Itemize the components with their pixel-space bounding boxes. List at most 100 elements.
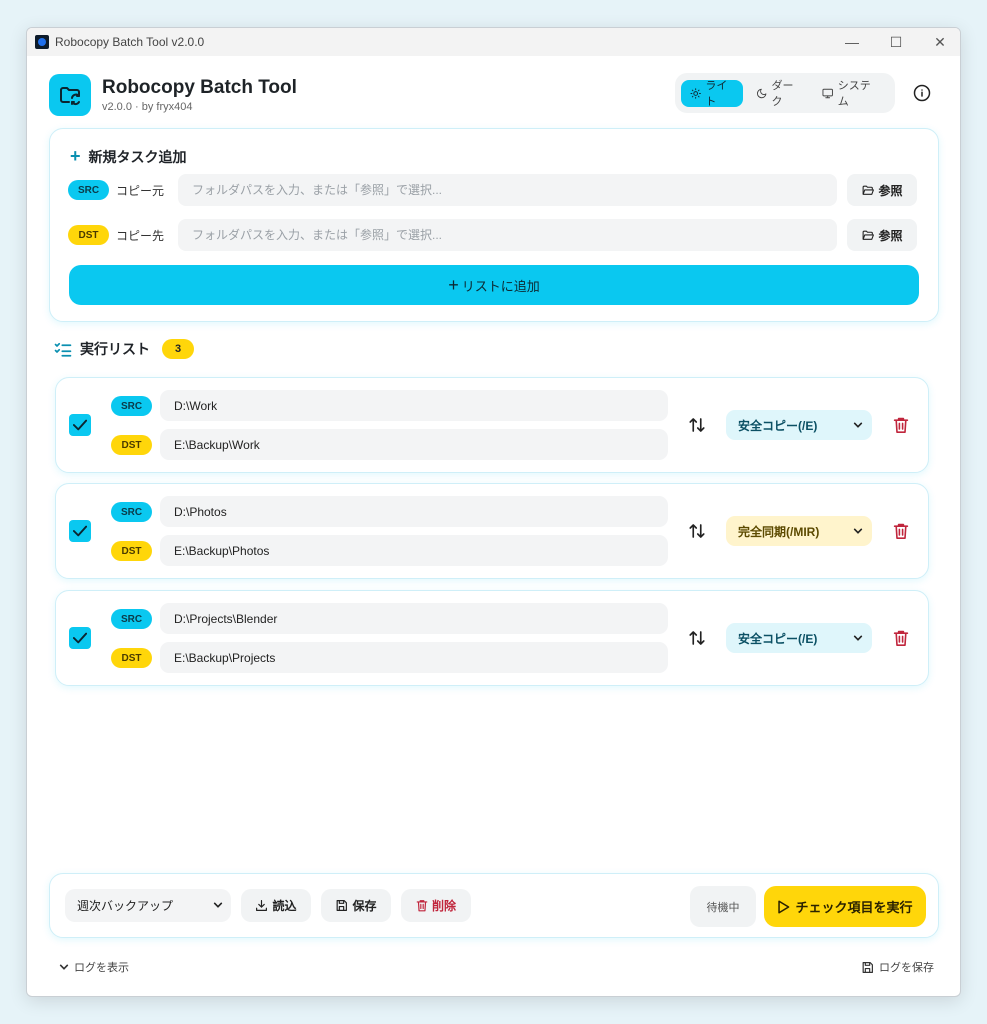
play-icon [778,900,790,913]
run-checked-button[interactable]: チェック項目を実行 [764,886,926,927]
chevron-down-icon [853,635,863,641]
log-toggle-label: ログを表示 [74,962,129,974]
copy-mode-select[interactable]: 完全同期(/MIR) [726,516,872,546]
log-toggle[interactable]: ログを表示 [59,959,129,975]
src-browse-button[interactable]: 参照 [847,174,917,206]
delete-preset-label: 削除 [431,899,456,913]
preset-select[interactable]: 週次バックアップ [65,889,231,922]
dst-label: コピー先 [116,228,165,243]
task-list-header: 実行リスト 3 [54,339,194,359]
check-icon [73,419,87,431]
src-badge: SRC [68,180,109,200]
save-icon [862,961,873,973]
task-card: SRC D:\Work DST E:\Backup\Work 安全コピー(/E) [55,377,929,473]
task-checkbox[interactable] [69,520,91,542]
src-path-input[interactable] [178,174,837,206]
load-button[interactable]: 読込 [241,889,311,922]
chevron-down-icon [853,422,863,428]
check-icon [73,525,87,537]
app-name: Robocopy Batch Tool [102,77,297,98]
dst-browse-button[interactable]: 参照 [847,219,917,251]
trash-icon[interactable] [893,629,909,647]
theme-system-button[interactable]: システム [813,80,885,108]
task-checkbox[interactable] [69,414,91,436]
new-task-title-row: + 新規タスク追加 [70,146,187,167]
theme-toggle: ライト ダーク システム [675,73,895,113]
maximize-button[interactable]: ☐ [874,28,918,56]
trash-icon[interactable] [893,416,909,434]
checklist-icon [54,342,72,357]
save-log-button[interactable]: ログを保存 [861,959,934,975]
copy-mode-select[interactable]: 安全コピー(/E) [726,623,872,653]
dst-badge: DST [111,648,152,668]
footer-bar: 週次バックアップ 読込 保存 削除 待機中 チェック項目を実行 [49,873,939,938]
chevron-down-icon [59,964,69,970]
task-dst-path[interactable]: E:\Backup\Work [160,429,668,460]
src-badge: SRC [111,396,152,416]
dst-badge: DST [68,225,109,245]
task-src-path[interactable]: D:\Work [160,390,668,421]
task-checkbox[interactable] [69,627,91,649]
swap-icon[interactable] [688,522,706,540]
dst-label-group: DST コピー先 [68,225,164,245]
theme-system-label: システム [837,80,871,108]
minimize-button[interactable]: — [830,28,874,56]
copy-mode-value: 安全コピー(/E) [738,418,818,433]
folder-sync-icon [49,74,91,116]
save-preset-button[interactable]: 保存 [321,889,391,922]
app-subtitle: v2.0.0 · by fryx404 [102,101,193,113]
dst-path-input[interactable] [178,219,837,251]
src-badge: SRC [111,609,152,629]
theme-light-label: ライト [705,80,728,108]
task-src-path[interactable]: D:\Photos [160,496,668,527]
new-task-title: 新規タスク追加 [88,148,187,165]
swap-icon[interactable] [688,416,706,434]
save-log-label: ログを保存 [879,962,934,974]
task-dst-path[interactable]: E:\Backup\Photos [160,535,668,566]
copy-mode-value: 完全同期(/MIR) [738,524,820,539]
src-badge: SRC [111,502,152,522]
src-label-group: SRC コピー元 [68,180,164,200]
copy-mode-value: 安全コピー(/E) [738,631,818,646]
app-header: Robocopy Batch Tool v2.0.0 · by fryx404 [49,74,297,116]
title-bar: Robocopy Batch Tool v2.0.0 — ☐ ✕ [27,28,960,56]
src-browse-label: 参照 [878,183,903,198]
moon-icon [757,88,767,98]
preset-value: 週次バックアップ [77,899,174,913]
task-card: SRC D:\Photos DST E:\Backup\Photos 完全同期(… [55,483,929,579]
theme-dark-button[interactable]: ダーク [747,80,809,108]
trash-icon [416,900,428,912]
trash-icon[interactable] [893,522,909,540]
app-window: Robocopy Batch Tool v2.0.0 — ☐ ✕ Robocop… [26,27,961,997]
swap-icon[interactable] [688,629,706,647]
dst-badge: DST [111,435,152,455]
add-to-list-label: リストに追加 [461,278,540,294]
load-label: 読込 [272,899,297,913]
dst-browse-label: 参照 [878,228,903,243]
task-src-path[interactable]: D:\Projects\Blender [160,603,668,634]
sun-icon [690,87,701,99]
monitor-icon [822,88,834,98]
run-checked-label: チェック項目を実行 [795,900,913,915]
src-label: コピー元 [116,183,165,198]
task-count-badge: 3 [162,339,194,359]
close-button[interactable]: ✕ [918,28,960,56]
window-title: Robocopy Batch Tool v2.0.0 [55,35,205,49]
delete-preset-button[interactable]: 削除 [401,889,471,922]
task-dst-path[interactable]: E:\Backup\Projects [160,642,668,673]
download-icon [256,900,268,911]
add-to-list-button[interactable]: + リストに追加 [69,265,919,305]
new-task-card: + 新規タスク追加 SRC コピー元 参照 DST コピー先 参照 + リストに… [49,128,939,322]
task-card: SRC D:\Projects\Blender DST E:\Backup\Pr… [55,590,929,686]
check-icon [73,632,87,644]
app-name-block: Robocopy Batch Tool v2.0.0 · by fryx404 [102,77,297,113]
plus-icon: + [70,146,81,166]
plus-icon: + [448,274,459,295]
save-icon [337,900,348,911]
theme-light-button[interactable]: ライト [681,79,744,108]
info-icon[interactable] [913,84,931,102]
folder-open-icon [863,230,875,240]
app-icon [35,35,49,49]
task-list-title: 実行リスト [80,341,150,357]
copy-mode-select[interactable]: 安全コピー(/E) [726,410,872,440]
